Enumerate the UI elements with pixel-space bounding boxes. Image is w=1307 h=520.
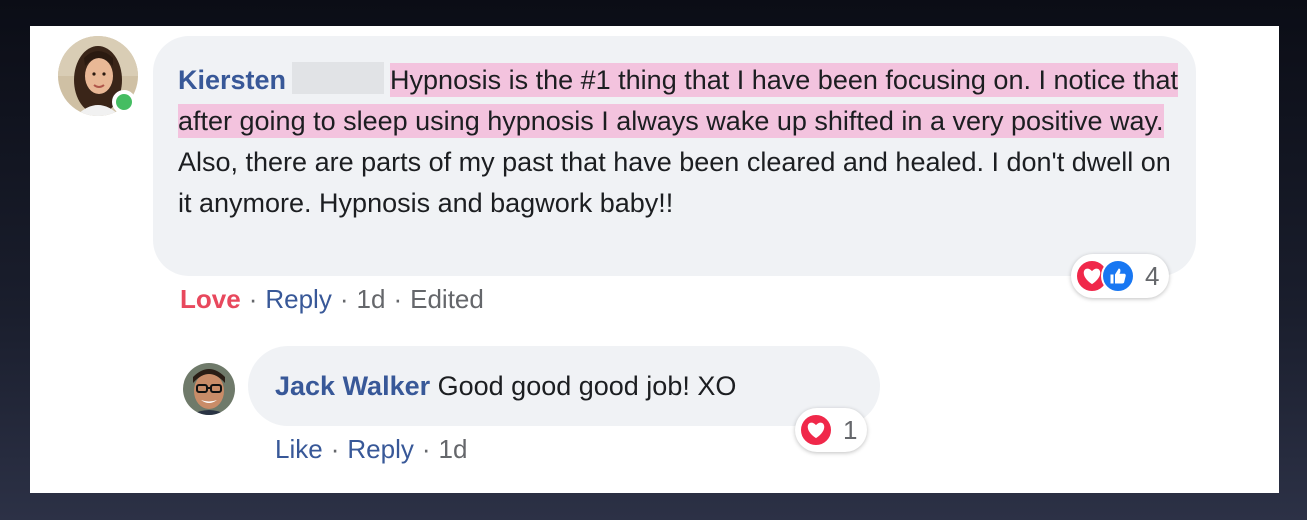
reply-actions: Like · Reply · 1d xyxy=(275,434,467,465)
comment-text-rest: Also, there are parts of my past that ha… xyxy=(178,147,1171,218)
kiersten-avatar[interactable] xyxy=(58,36,138,116)
love-button[interactable]: Love xyxy=(180,284,241,314)
separator: · xyxy=(330,434,340,464)
reply-reactions[interactable]: 1 xyxy=(795,408,868,452)
comment-body: Kiersten Hypnosis is the #1 thing that I … xyxy=(178,60,1188,224)
profile-photo-icon xyxy=(183,363,235,415)
edited-label[interactable]: Edited xyxy=(410,284,484,314)
reply-text: Good good good job! XO xyxy=(437,371,737,401)
timestamp[interactable]: 1d xyxy=(439,434,468,464)
separator: · xyxy=(248,284,258,314)
like-icon xyxy=(1101,259,1135,293)
jack-walker-avatar[interactable] xyxy=(183,363,235,415)
reply-button[interactable]: Reply xyxy=(347,434,413,464)
comment-thread: Kiersten Hypnosis is the #1 thing that I … xyxy=(30,26,1279,493)
redacted-name xyxy=(292,62,385,94)
reply-author-link[interactable]: Jack Walker xyxy=(275,371,430,401)
reply-button[interactable]: Reply xyxy=(265,284,331,314)
reaction-count: 1 xyxy=(843,414,858,445)
separator: · xyxy=(421,434,431,464)
comment-author-link[interactable]: Kiersten xyxy=(178,65,286,95)
timestamp[interactable]: 1d xyxy=(357,284,386,314)
online-status-icon xyxy=(112,90,136,114)
comment-bubble: Kiersten Hypnosis is the #1 thing that I … xyxy=(153,36,1196,276)
reply-bubble: Jack Walker Good good good job! XO xyxy=(248,346,880,426)
heart-icon xyxy=(799,413,833,447)
like-button[interactable]: Like xyxy=(275,434,323,464)
comment-reactions[interactable]: 4 xyxy=(1071,254,1170,298)
reply-body: Jack Walker Good good good job! XO xyxy=(275,368,736,404)
comment-actions: Love · Reply · 1d · Edited xyxy=(180,284,484,315)
reaction-count: 4 xyxy=(1145,260,1160,291)
separator: · xyxy=(393,284,403,314)
separator: · xyxy=(339,284,349,314)
